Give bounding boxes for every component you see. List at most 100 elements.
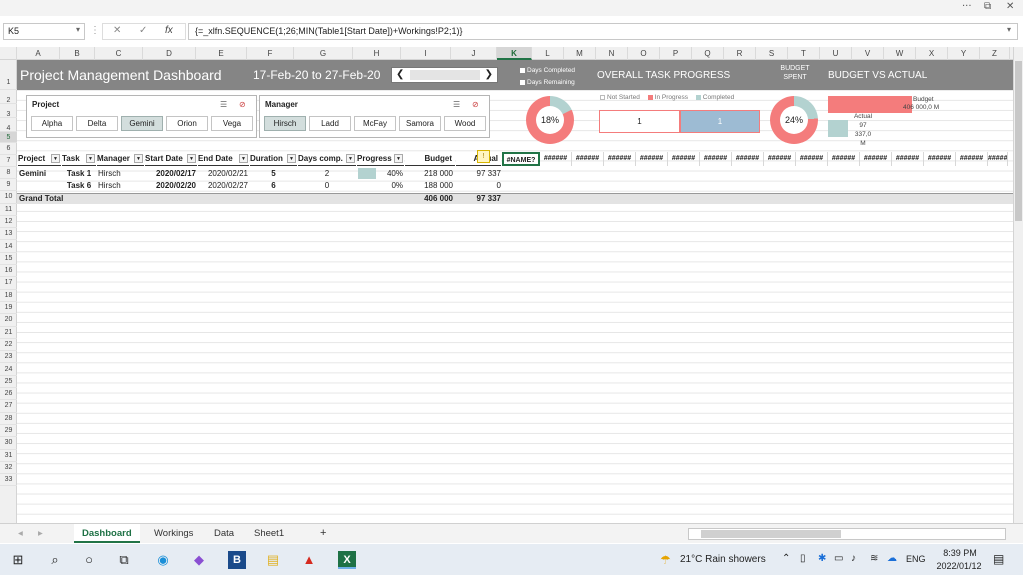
file-explorer-icon[interactable]: ▤ bbox=[264, 551, 282, 569]
column-header-b[interactable]: B bbox=[60, 47, 95, 60]
timeline-cell[interactable]: ###### bbox=[796, 152, 828, 166]
weather-text[interactable]: 21°C Rain showers bbox=[680, 554, 766, 565]
progress-data-bar-cell[interactable]: 0% bbox=[357, 180, 405, 191]
column-header-f[interactable]: F bbox=[247, 47, 294, 60]
cancel-icon[interactable]: ✕ bbox=[113, 25, 121, 36]
cell-task[interactable]: Task 6 bbox=[62, 181, 96, 191]
filter-dropdown-icon[interactable]: ▼ bbox=[287, 154, 296, 163]
filter-dropdown-icon[interactable]: ▼ bbox=[187, 154, 196, 163]
timeline-cell[interactable]: ###### bbox=[892, 152, 924, 166]
slicer-item-wood[interactable]: Wood bbox=[444, 116, 486, 131]
cell-start-date[interactable]: 2020/02/20 bbox=[145, 181, 196, 191]
row-header-7[interactable]: 7 bbox=[0, 155, 17, 167]
timeline-cell[interactable]: ###### bbox=[732, 152, 764, 166]
row-header-10[interactable]: 10 bbox=[0, 191, 17, 204]
project-slicer[interactable]: Project ☰ ⊘ Alpha Delta Gemini Orion Veg… bbox=[26, 95, 257, 138]
scroll-left-icon[interactable]: ❮ bbox=[396, 69, 404, 80]
error-cell[interactable]: #NAME? bbox=[502, 152, 540, 166]
slicer-item-gemini[interactable]: Gemini bbox=[121, 116, 163, 131]
display-icon[interactable]: ▭ bbox=[834, 553, 843, 564]
clear-filter-icon[interactable]: ⊘ bbox=[239, 100, 246, 109]
tab-data[interactable]: Data bbox=[206, 524, 242, 543]
clear-filter-icon[interactable]: ⊘ bbox=[472, 100, 479, 109]
language-indicator[interactable]: ENG bbox=[906, 554, 926, 564]
header-task[interactable]: Task ▼ bbox=[62, 152, 96, 166]
scrollbar-thumb[interactable] bbox=[701, 530, 841, 538]
timeline-cell[interactable]: ###### bbox=[924, 152, 956, 166]
battery-icon[interactable]: ▯ bbox=[800, 553, 806, 564]
cell-budget[interactable]: 218 000 bbox=[405, 169, 453, 179]
tab-workings[interactable]: Workings bbox=[146, 524, 201, 543]
cell-duration[interactable]: 5 bbox=[250, 169, 297, 179]
horizontal-scrollbar[interactable] bbox=[688, 528, 1006, 540]
column-header-u[interactable]: U bbox=[820, 47, 852, 60]
row-header-22[interactable]: 22 bbox=[0, 339, 17, 352]
enter-icon[interactable]: ✓ bbox=[139, 25, 147, 36]
row-header-30[interactable]: 30 bbox=[0, 437, 17, 450]
row-header-21[interactable]: 21 bbox=[0, 327, 17, 339]
cell-days-comp[interactable]: 2 bbox=[298, 169, 356, 179]
bluetooth-icon[interactable]: ✱ bbox=[818, 553, 826, 564]
timeline-cell[interactable]: ###### bbox=[540, 152, 572, 166]
timeline-cell[interactable]: ###### bbox=[764, 152, 796, 166]
grand-total-label[interactable]: Grand Total bbox=[19, 194, 99, 204]
cell-end-date[interactable]: 2020/02/27 bbox=[198, 181, 248, 191]
clock-time[interactable]: 8:39 PM bbox=[940, 548, 980, 558]
search-icon[interactable]: ⌕ bbox=[46, 551, 64, 569]
row-header-15[interactable]: 15 bbox=[0, 253, 17, 266]
column-header-i[interactable]: I bbox=[401, 47, 451, 60]
row-header-2[interactable]: 2 bbox=[0, 90, 17, 104]
timeline-cell[interactable]: ###### bbox=[828, 152, 860, 166]
close-window-icon[interactable]: ✕ bbox=[1006, 1, 1014, 12]
filter-dropdown-icon[interactable]: ▼ bbox=[346, 154, 355, 163]
timeline-cell[interactable]: ###### bbox=[860, 152, 892, 166]
column-header-e[interactable]: E bbox=[196, 47, 247, 60]
row-header-8[interactable]: 8 bbox=[0, 167, 17, 179]
header-start-date[interactable]: Start Date ▼ bbox=[145, 152, 197, 166]
header-project[interactable]: Project ▼ bbox=[18, 152, 61, 166]
edge-browser-icon[interactable]: ◉ bbox=[154, 551, 172, 569]
slicer-item-hirsch[interactable]: Hirsch bbox=[264, 116, 306, 131]
column-header-t[interactable]: T bbox=[788, 47, 820, 60]
column-header-c[interactable]: C bbox=[95, 47, 143, 60]
row-header-16[interactable]: 16 bbox=[0, 265, 17, 278]
row-header-13[interactable]: 13 bbox=[0, 228, 17, 241]
row-header-3[interactable]: 3 bbox=[0, 104, 17, 118]
onedrive-icon[interactable]: ☁ bbox=[887, 553, 897, 564]
app-b-icon[interactable]: B bbox=[228, 551, 246, 569]
row-header-9[interactable]: 9 bbox=[0, 179, 17, 192]
scrollbar-thumb[interactable] bbox=[1015, 61, 1022, 221]
budget-bar[interactable] bbox=[828, 96, 912, 113]
column-header-p[interactable]: P bbox=[660, 47, 692, 60]
cell-days-comp[interactable]: 0 bbox=[298, 181, 356, 191]
slicer-item-ladd[interactable]: Ladd bbox=[309, 116, 351, 131]
row-header-31[interactable]: 31 bbox=[0, 450, 17, 462]
excel-icon[interactable]: X bbox=[338, 551, 356, 569]
weather-icon[interactable]: ☂ bbox=[660, 553, 671, 567]
row-header-27[interactable]: 27 bbox=[0, 400, 17, 413]
vertical-scrollbar[interactable] bbox=[1013, 47, 1023, 523]
row-header-28[interactable]: 28 bbox=[0, 413, 17, 425]
timeline-cell[interactable]: ###### bbox=[636, 152, 668, 166]
row-header-4[interactable]: 4 bbox=[0, 118, 17, 132]
multi-select-icon[interactable]: ☰ bbox=[453, 100, 460, 109]
column-header-w[interactable]: W bbox=[884, 47, 916, 60]
volume-icon[interactable]: ♪ bbox=[851, 553, 856, 564]
task-progress-bar-in-progress[interactable]: 1 bbox=[680, 110, 760, 133]
timeline-cell[interactable]: ###### bbox=[956, 152, 988, 166]
column-header-j[interactable]: J bbox=[451, 47, 497, 60]
row-header-25[interactable]: 25 bbox=[0, 376, 17, 389]
column-header-r[interactable]: R bbox=[724, 47, 756, 60]
column-header-m[interactable]: M bbox=[564, 47, 596, 60]
budget-spent-donut[interactable]: 24% bbox=[770, 96, 818, 144]
filter-dropdown-icon[interactable]: ▼ bbox=[86, 154, 95, 163]
name-box[interactable]: K5 ▾ bbox=[3, 23, 85, 40]
chevron-down-icon[interactable]: ▾ bbox=[76, 25, 80, 34]
slicer-item-delta[interactable]: Delta bbox=[76, 116, 118, 131]
column-header-y[interactable]: Y bbox=[948, 47, 980, 60]
grand-total-budget[interactable]: 406 000 bbox=[405, 194, 453, 204]
restore-window-icon[interactable]: ⧉ bbox=[984, 1, 991, 12]
multi-select-icon[interactable]: ☰ bbox=[220, 100, 227, 109]
row-header-26[interactable]: 26 bbox=[0, 388, 17, 401]
cortana-icon[interactable]: ○ bbox=[80, 551, 98, 569]
